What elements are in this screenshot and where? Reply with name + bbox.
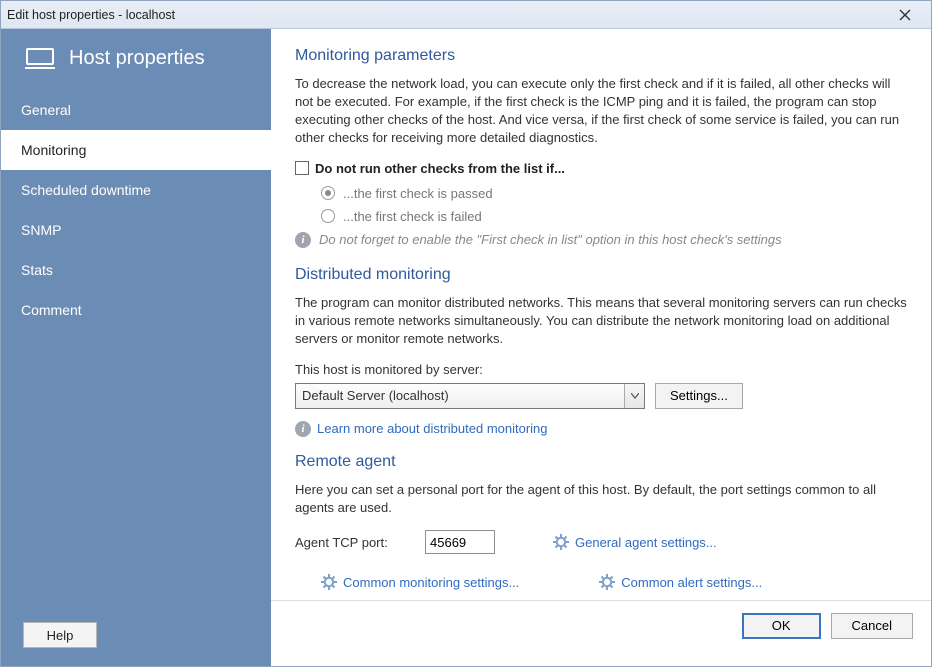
close-button[interactable]: [885, 4, 925, 26]
dialog-window: Edit host properties - localhost Host pr…: [0, 0, 932, 667]
learn-more-link[interactable]: Learn more about distributed monitoring: [317, 421, 548, 436]
learn-more-row: i Learn more about distributed monitorin…: [295, 421, 909, 437]
server-row: Default Server (localhost) Settings...: [295, 383, 909, 409]
info-hint-text: Do not forget to enable the "First check…: [319, 232, 782, 247]
combobox-arrow: [624, 384, 644, 408]
checkbox-icon: [295, 161, 309, 175]
general-agent-settings-row: General agent settings...: [553, 534, 717, 550]
ok-button[interactable]: OK: [742, 613, 821, 639]
sidebar-header: Host properties: [1, 29, 271, 90]
section-monitoring-title: Monitoring parameters: [295, 47, 909, 65]
cancel-button[interactable]: Cancel: [831, 613, 913, 639]
section-monitoring-desc: To decrease the network load, you can ex…: [295, 75, 909, 147]
common-monitoring-row: Common monitoring settings...: [321, 574, 519, 590]
chevron-down-icon: [631, 393, 639, 399]
nav-monitoring[interactable]: Monitoring: [1, 130, 271, 170]
common-monitoring-link[interactable]: Common monitoring settings...: [343, 575, 519, 590]
agent-port-label: Agent TCP port:: [295, 535, 405, 550]
radio-icon: [321, 209, 335, 223]
nav-stats[interactable]: Stats: [1, 250, 271, 290]
nav-scheduled-downtime[interactable]: Scheduled downtime: [1, 170, 271, 210]
server-value: Default Server (localhost): [302, 388, 449, 403]
server-label: This host is monitored by server:: [295, 362, 909, 377]
gear-icon: [599, 574, 615, 590]
section-remote-title: Remote agent: [295, 453, 909, 471]
radio-first-failed[interactable]: ...the first check is failed: [321, 209, 909, 224]
agent-port-input[interactable]: [425, 530, 495, 554]
section-distributed-title: Distributed monitoring: [295, 266, 909, 284]
checkbox-label: Do not run other checks from the list if…: [315, 161, 565, 176]
nav-general[interactable]: General: [1, 90, 271, 130]
checkbox-dont-run-others[interactable]: Do not run other checks from the list if…: [295, 161, 909, 176]
common-alert-link[interactable]: Common alert settings...: [621, 575, 762, 590]
sidebar: Host properties General Monitoring Sched…: [1, 29, 271, 666]
help-button[interactable]: Help: [23, 622, 97, 648]
general-agent-settings-link[interactable]: General agent settings...: [575, 535, 717, 550]
section-remote-desc: Here you can set a personal port for the…: [295, 481, 909, 517]
info-icon: i: [295, 421, 311, 437]
monitor-icon: [25, 48, 55, 70]
sidebar-spacer: [1, 330, 271, 622]
dialog-body: Host properties General Monitoring Sched…: [1, 29, 931, 666]
sidebar-title: Host properties: [69, 47, 205, 70]
window-title: Edit host properties - localhost: [7, 8, 175, 22]
nav-snmp[interactable]: SNMP: [1, 210, 271, 250]
info-icon: i: [295, 232, 311, 248]
bottom-links: Common monitoring settings... Common ale…: [321, 574, 909, 590]
common-alert-row: Common alert settings...: [599, 574, 762, 590]
nav-comment[interactable]: Comment: [1, 290, 271, 330]
dialog-footer: OK Cancel: [271, 600, 931, 650]
info-first-check-hint: i Do not forget to enable the "First che…: [295, 232, 909, 248]
titlebar: Edit host properties - localhost: [1, 1, 931, 29]
close-icon: [899, 9, 911, 21]
radio-icon-selected: [321, 186, 335, 200]
server-settings-button[interactable]: Settings...: [655, 383, 743, 409]
nav-list: General Monitoring Scheduled downtime SN…: [1, 90, 271, 330]
radio-failed-label: ...the first check is failed: [343, 209, 482, 224]
spacer: [295, 437, 909, 453]
radio-passed-label: ...the first check is passed: [343, 186, 493, 201]
agent-port-row: Agent TCP port: General agent settings..…: [295, 530, 909, 554]
section-distributed-desc: The program can monitor distributed netw…: [295, 294, 909, 348]
main-panel: Monitoring parameters To decrease the ne…: [271, 29, 931, 666]
gear-icon: [553, 534, 569, 550]
gear-icon: [321, 574, 337, 590]
radio-first-passed[interactable]: ...the first check is passed: [321, 186, 909, 201]
server-combobox[interactable]: Default Server (localhost): [295, 383, 645, 409]
